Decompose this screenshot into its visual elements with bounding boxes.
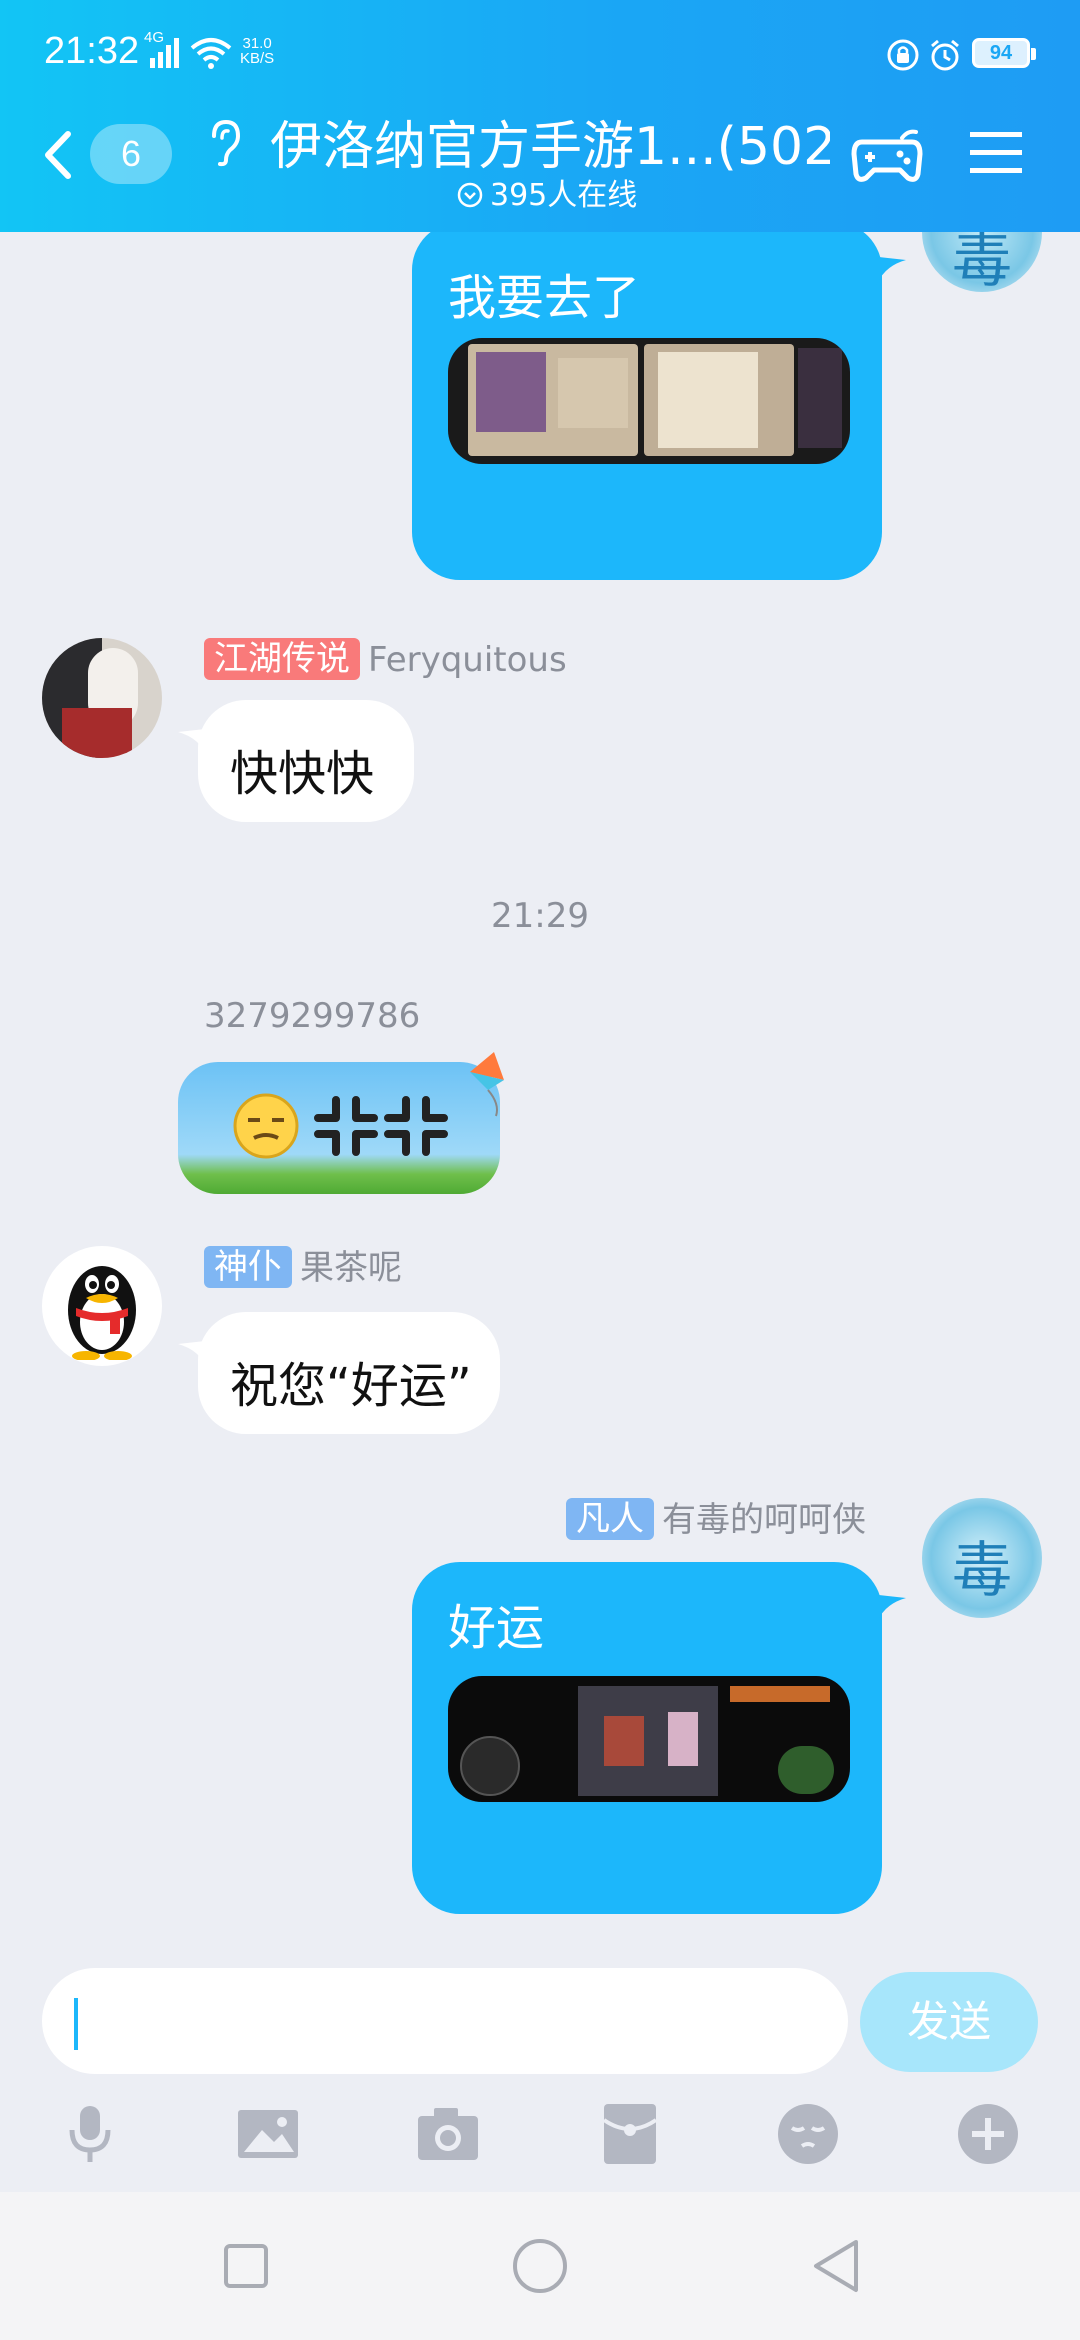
avatar-sender[interactable] — [42, 638, 162, 758]
network-speed: 31.0 KB/S — [240, 35, 275, 67]
online-count[interactable]: 395人在线 — [456, 170, 637, 214]
sender-info: 江湖传说 Feryquitous — [204, 638, 567, 682]
bubble-tail — [870, 1594, 906, 1624]
text-caret — [74, 1998, 78, 2050]
penguin-avatar-icon — [68, 1266, 136, 1360]
kite-icon — [470, 1052, 504, 1117]
message-bubble[interactable]: 我要去了 — [412, 232, 882, 580]
time-separator: 21:29 — [491, 896, 589, 936]
back-nav-icon[interactable] — [806, 2236, 866, 2296]
anger-symbol-icon — [314, 1096, 448, 1156]
gamepad-icon[interactable] — [850, 120, 924, 190]
chevron-left-icon — [45, 131, 71, 179]
shared-image[interactable] — [448, 338, 850, 464]
avatar-self[interactable]: 毒 — [922, 1498, 1042, 1618]
avatar-self[interactable]: 毒 — [922, 232, 1042, 292]
camera-icon[interactable] — [416, 2102, 480, 2166]
chat-header: 21:32 4G 31.0 KB/S 94 6 伊洛纳官方手游1...(502)… — [0, 0, 1080, 232]
status-time: 21:32 — [44, 30, 140, 72]
sender-name[interactable]: Feryquitous — [368, 640, 567, 680]
chat-message-list[interactable]: 毒 我要去了 江湖传说 Feryquitous 快快快 21:29 3279299… — [0, 232, 1080, 1952]
bubble-tail — [870, 256, 906, 286]
sender-info: 神仆 果茶呢 — [204, 1246, 402, 1290]
send-button[interactable]: 发送 — [860, 1972, 1038, 2072]
message-text: 祝您“好运” — [230, 1358, 472, 1414]
sticker-bubble[interactable] — [178, 1062, 500, 1194]
group-title[interactable]: 伊洛纳官方手游1...(502) — [270, 104, 830, 179]
message-bubble[interactable]: 快快快 — [198, 700, 414, 822]
sender-name[interactable]: 果茶呢 — [300, 1248, 402, 1288]
input-area: 发送 — [0, 1952, 1080, 2192]
image-icon[interactable] — [236, 2102, 300, 2166]
mic-icon[interactable] — [58, 2102, 122, 2166]
alarm-icon — [931, 39, 959, 71]
member-title-tag: 江湖传说 — [204, 638, 360, 680]
emoji-icon[interactable] — [776, 2102, 840, 2166]
back-button[interactable]: 6 — [40, 118, 180, 192]
ear-icon[interactable] — [204, 118, 244, 168]
sender-info: 3279299786 — [204, 994, 420, 1038]
smirk-emoji-icon — [233, 1093, 299, 1159]
online-count-text: 395人在线 — [490, 178, 638, 213]
chevron-circle-icon — [457, 182, 483, 208]
battery-indicator: 94 — [972, 38, 1036, 68]
wifi-icon — [190, 38, 232, 69]
sender-info: 凡人 有毒的呵呵侠 — [566, 1498, 866, 1542]
unread-count-badge: 6 — [90, 124, 172, 184]
menu-icon[interactable] — [968, 128, 1024, 178]
status-bar: 21:32 4G 31.0 KB/S 94 — [0, 0, 1080, 100]
network-type: 4G — [144, 29, 165, 46]
system-nav-bar — [0, 2192, 1080, 2340]
sender-name[interactable]: 3279299786 — [204, 996, 420, 1036]
shared-image[interactable] — [448, 1676, 850, 1802]
message-text: 我要去了 — [448, 270, 641, 326]
message-text: 快快快 — [230, 746, 375, 802]
member-title-tag: 凡人 — [566, 1498, 654, 1540]
message-input[interactable] — [42, 1968, 848, 2074]
lock-rotation-icon — [887, 39, 919, 71]
avatar-sender[interactable] — [42, 1246, 162, 1366]
sender-name[interactable]: 有毒的呵呵侠 — [662, 1500, 866, 1540]
message-bubble[interactable]: 好运 — [412, 1562, 882, 1914]
message-bubble[interactable]: 祝您“好运” — [198, 1312, 500, 1434]
message-text: 好运 — [448, 1600, 545, 1656]
member-title-tag: 神仆 — [204, 1246, 292, 1288]
plus-icon[interactable] — [956, 2102, 1020, 2166]
recents-icon[interactable] — [216, 2236, 276, 2296]
home-icon[interactable] — [510, 2236, 570, 2296]
red-packet-icon[interactable] — [598, 2102, 662, 2166]
